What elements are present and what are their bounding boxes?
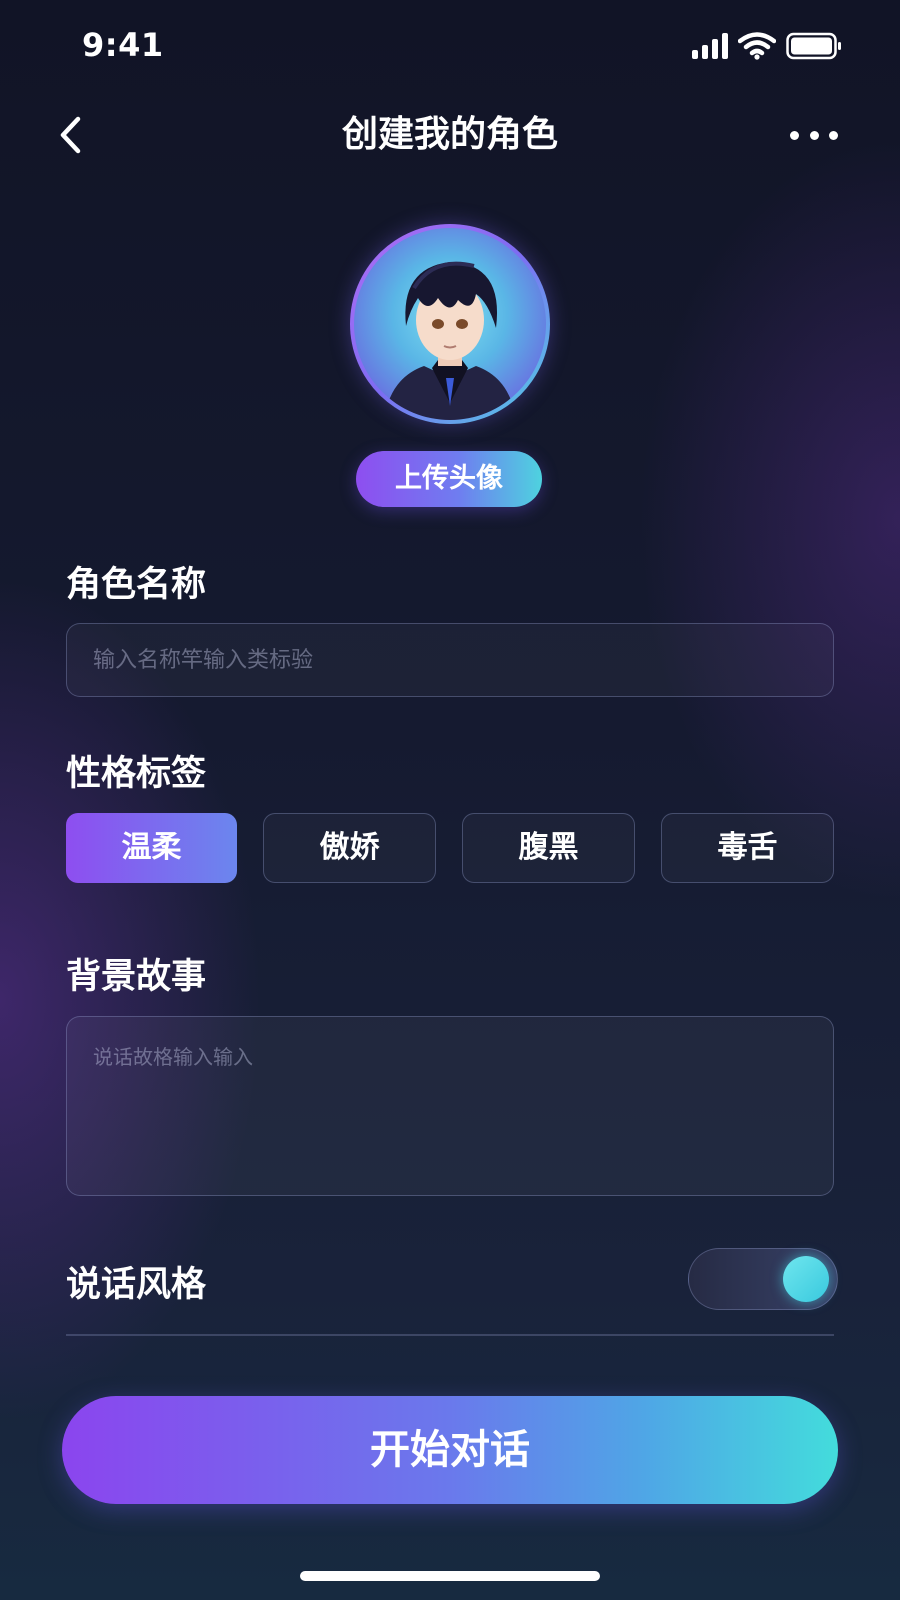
battery-icon (786, 32, 841, 60)
more-dots-icon (790, 130, 799, 140)
tag-scheming[interactable]: 腹黑 (462, 813, 635, 883)
wifi-icon (738, 32, 776, 60)
toggle-knob (783, 1256, 829, 1302)
style-toggle[interactable] (688, 1248, 838, 1310)
tag-sharp-tongued[interactable]: 毒舌 (661, 813, 834, 883)
start-chat-button[interactable]: 开始对话 (62, 1396, 838, 1504)
home-indicator (300, 1571, 600, 1581)
upload-avatar-button[interactable]: 上传头像 (356, 451, 542, 507)
name-label: 角色名称 (66, 565, 207, 605)
style-label: 说话风格 (66, 1265, 207, 1305)
status-time: 9:41 (82, 26, 164, 64)
tag-tsundere[interactable]: 傲娇 (263, 813, 436, 883)
avatar[interactable] (350, 224, 550, 424)
status-icons (692, 32, 842, 60)
more-button[interactable] (790, 120, 838, 150)
divider (66, 1334, 834, 1336)
background-textarea[interactable] (66, 1016, 834, 1196)
signal-icon (692, 33, 728, 59)
page-title: 创建我的角色 (341, 114, 558, 155)
name-input[interactable] (66, 623, 834, 697)
avatar-image (354, 228, 546, 420)
tag-gentle[interactable]: 温柔 (66, 813, 237, 883)
background-label: 背景故事 (66, 957, 207, 997)
tag-list: 温柔 傲娇 腹黑 毒舌 (66, 813, 834, 883)
tags-label: 性格标签 (66, 754, 207, 794)
